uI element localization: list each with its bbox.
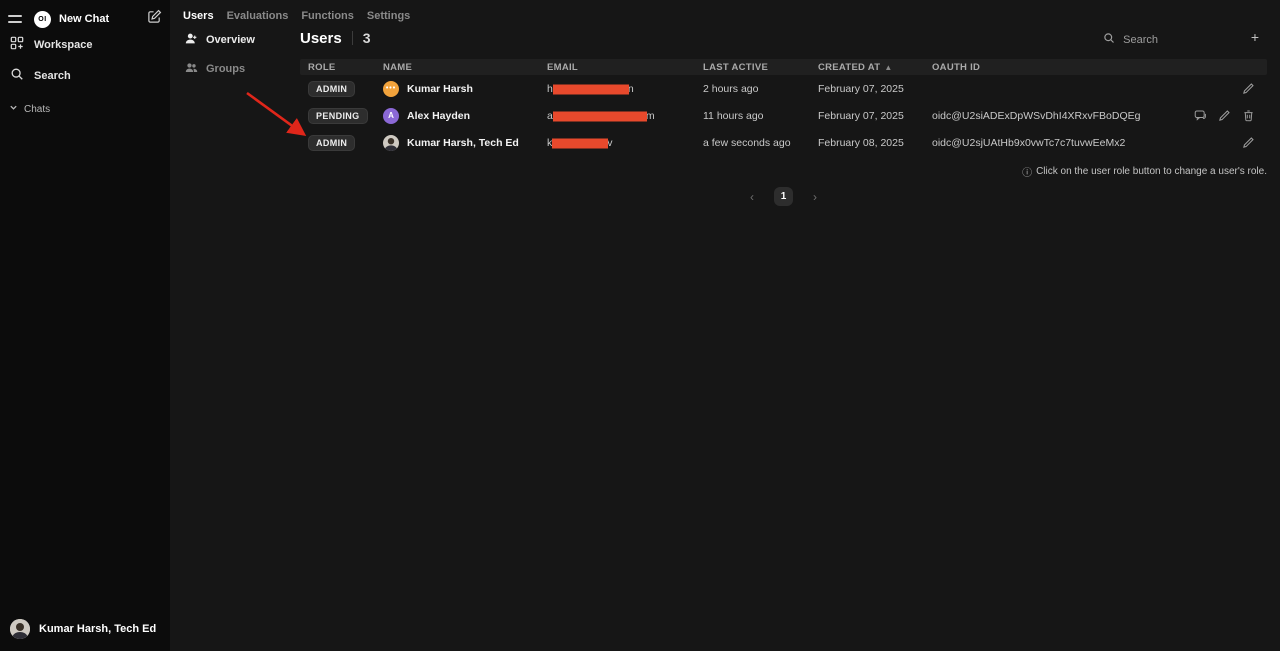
column-header-oauth-id[interactable]: OAUTH ID xyxy=(932,62,1162,73)
page-number[interactable]: 1 xyxy=(774,187,793,206)
last-active: 2 hours ago xyxy=(703,83,818,95)
user-email: hn xyxy=(547,83,703,95)
subnav-overview[interactable]: Overview xyxy=(183,29,293,51)
title-divider xyxy=(352,31,353,45)
sidebar-header: OI New Chat xyxy=(0,0,170,29)
users-content: Users 3 Search + ROLENAMEEMAILLAST ACTIV… xyxy=(300,28,1267,206)
role-badge[interactable]: PENDING xyxy=(308,108,368,124)
table-body: ADMIN ••• Kumar Harsh hn 2 hours ago Febr… xyxy=(300,75,1267,156)
page-title: Users xyxy=(300,30,342,47)
sidebar: OI New Chat Workspace Search xyxy=(0,0,170,651)
edit-icon[interactable] xyxy=(1242,136,1255,149)
avatar: ••• xyxy=(383,81,399,97)
edit-icon[interactable] xyxy=(1242,82,1255,95)
chat-icon[interactable] xyxy=(1194,109,1207,122)
subnav-label: Groups xyxy=(206,63,245,75)
add-user-button[interactable]: + xyxy=(1251,30,1259,44)
sidebar-item-label: Workspace xyxy=(34,39,93,51)
tab-settings[interactable]: Settings xyxy=(367,10,410,22)
user-email: kv xyxy=(547,137,703,149)
email-redaction-bar xyxy=(552,138,608,148)
column-header-name[interactable]: NAME xyxy=(383,62,547,73)
table-row: PENDING A Alex Hayden am 11 hours ago Feb… xyxy=(300,102,1267,129)
admin-panel: Users Evaluations Functions Settings Overvi… xyxy=(170,0,1280,651)
table-header-row: ROLENAMEEMAILLAST ACTIVECREATED AT▲OAUTH… xyxy=(300,59,1267,75)
user-icon xyxy=(185,32,198,48)
admin-tabs: Users Evaluations Functions Settings xyxy=(183,10,410,22)
users-subnav: Overview Groups xyxy=(183,29,293,80)
created-at: February 08, 2025 xyxy=(818,137,932,149)
users-table: ROLENAMEEMAILLAST ACTIVECREATED AT▲OAUTH… xyxy=(300,59,1267,156)
tab-users[interactable]: Users xyxy=(183,10,214,22)
user-email: am xyxy=(547,110,703,122)
last-active: 11 hours ago xyxy=(703,110,818,122)
role-hint: ⓘ Click on the user role button to chang… xyxy=(300,164,1267,179)
role-hint-text: Click on the user role button to change … xyxy=(1036,166,1267,177)
search-icon xyxy=(1103,31,1115,49)
oauth-id: oidc@U2sjUAtHb9x0vwTc7c7tuvwEeMx2 xyxy=(932,137,1162,149)
user-name: Alex Hayden xyxy=(407,110,470,122)
chats-label: Chats xyxy=(24,104,50,115)
sidebar-toggle-icon[interactable] xyxy=(8,11,26,27)
created-at: February 07, 2025 xyxy=(818,110,932,122)
avatar xyxy=(383,135,399,151)
sidebar-item-workspace[interactable]: Workspace xyxy=(0,29,170,60)
new-chat-button[interactable]: New Chat xyxy=(59,13,139,25)
profile-menu[interactable]: Kumar Harsh, Tech Ed xyxy=(0,614,170,644)
role-badge[interactable]: ADMIN xyxy=(308,135,355,151)
profile-name: Kumar Harsh, Tech Ed xyxy=(39,623,156,635)
chevron-down-icon xyxy=(9,103,18,115)
column-header-created-at[interactable]: CREATED AT▲ xyxy=(818,62,932,73)
compose-icon[interactable] xyxy=(147,9,162,29)
sidebar-section-chats[interactable]: Chats xyxy=(0,91,170,115)
users-group-icon xyxy=(185,61,198,77)
edit-icon[interactable] xyxy=(1218,109,1231,122)
workspace-icon xyxy=(10,36,24,53)
created-at: February 07, 2025 xyxy=(818,83,932,95)
sort-asc-icon: ▲ xyxy=(884,63,892,72)
email-redaction-bar xyxy=(553,84,629,94)
column-header-email[interactable]: EMAIL xyxy=(547,62,703,73)
table-row: ADMIN ••• Kumar Harsh hn 2 hours ago Febr… xyxy=(300,75,1267,102)
role-badge[interactable]: ADMIN xyxy=(308,81,355,97)
next-page-icon[interactable]: › xyxy=(813,191,817,203)
oauth-id: oidc@U2siADExDpWSvDhI4XRxvFBoDQEg xyxy=(932,110,1162,122)
delete-icon[interactable] xyxy=(1242,109,1255,122)
sidebar-item-search[interactable]: Search xyxy=(0,60,170,91)
user-count: 3 xyxy=(363,30,371,46)
table-row: ADMIN Kumar Harsh, Tech Ed kv a few seco… xyxy=(300,129,1267,156)
column-header-last-active[interactable]: LAST ACTIVE xyxy=(703,62,818,73)
sidebar-item-label: Search xyxy=(34,70,71,82)
user-name: Kumar Harsh xyxy=(407,83,473,95)
subnav-groups[interactable]: Groups xyxy=(183,58,293,80)
prev-page-icon[interactable]: ‹ xyxy=(750,191,754,203)
profile-avatar xyxy=(10,619,30,639)
app-logo: OI xyxy=(34,11,51,28)
users-title-row: Users 3 Search + xyxy=(300,28,1267,48)
subnav-label: Overview xyxy=(206,34,255,46)
search-icon xyxy=(10,67,24,84)
user-name: Kumar Harsh, Tech Ed xyxy=(407,137,519,149)
search-placeholder: Search xyxy=(1123,34,1158,46)
last-active: a few seconds ago xyxy=(703,137,818,149)
tab-functions[interactable]: Functions xyxy=(301,10,354,22)
tab-evaluations[interactable]: Evaluations xyxy=(227,10,289,22)
user-search-input[interactable]: Search xyxy=(1103,31,1158,49)
column-header-role[interactable]: ROLE xyxy=(308,62,383,73)
pagination: ‹ 1 › xyxy=(300,187,1267,206)
avatar: A xyxy=(383,108,399,124)
info-icon: ⓘ xyxy=(1022,164,1032,179)
email-redaction-bar xyxy=(553,111,647,121)
